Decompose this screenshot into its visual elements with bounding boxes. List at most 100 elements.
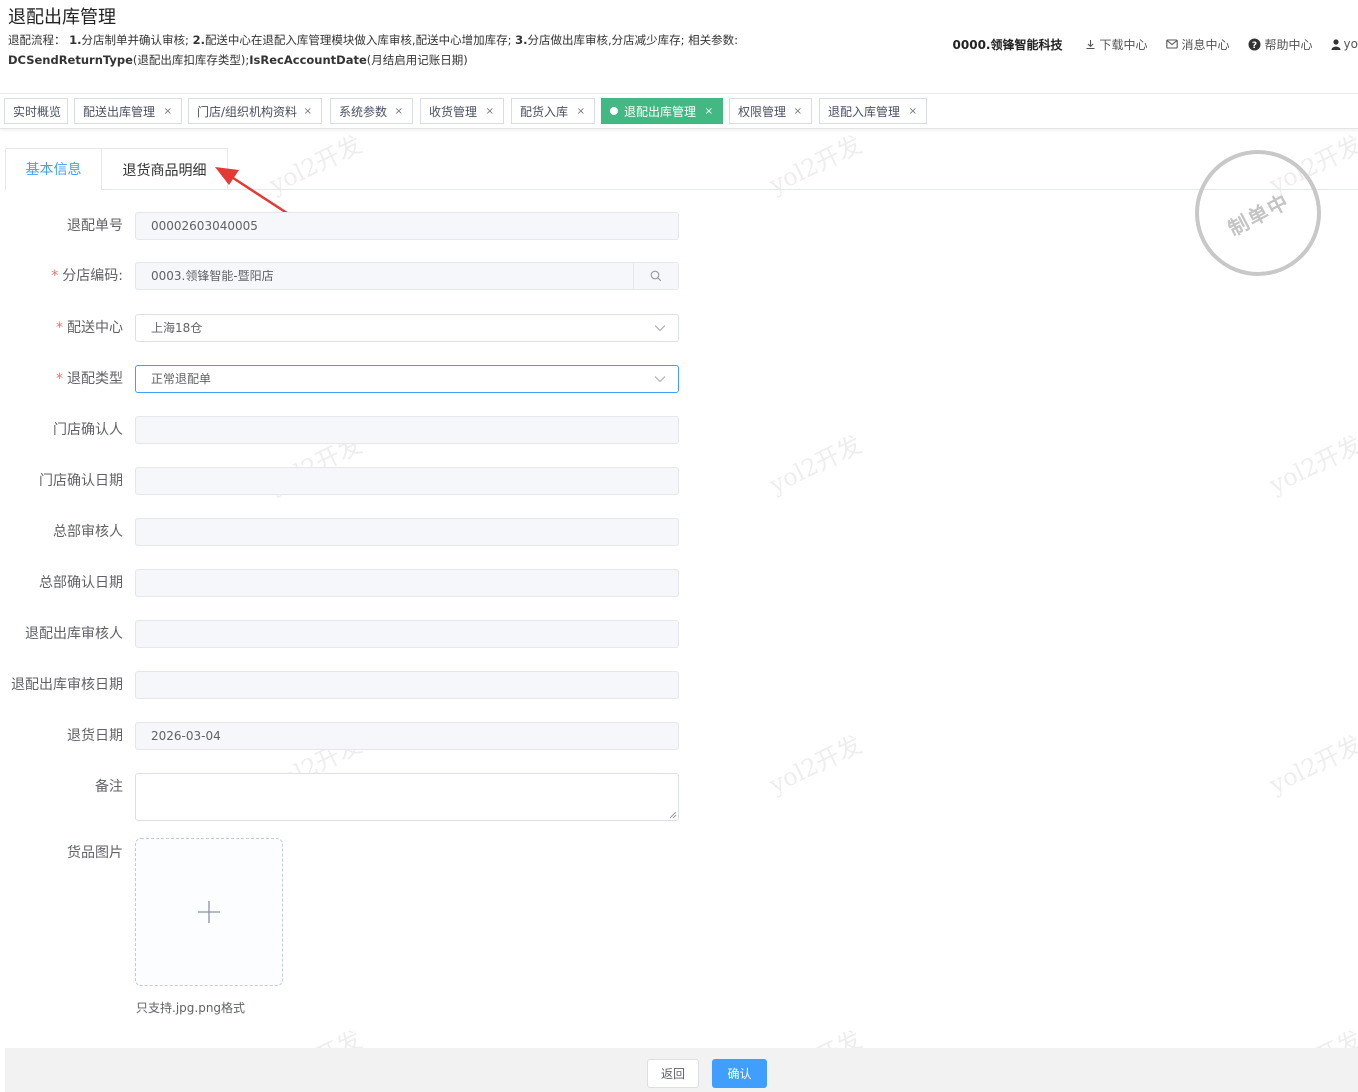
close-icon[interactable]: × (486, 106, 494, 117)
tab-basic-info[interactable]: 基本信息 (5, 148, 102, 190)
tag-label: 配货入库 (520, 104, 569, 119)
help-center-link[interactable]: ? 帮助中心 (1248, 36, 1313, 53)
store-code-value: 0003.领锋智能-暨阳店 (151, 269, 274, 283)
tag-label: 实时概览 (13, 104, 62, 119)
form-row-return-date: 退货日期 2026-03-04 (0, 722, 680, 750)
back-button[interactable]: 返回 (647, 1059, 699, 1088)
hq-auditor-field[interactable] (135, 518, 679, 546)
tag-label: 系统参数 (339, 104, 388, 119)
tag-realtime-overview[interactable]: 实时概览 (4, 98, 68, 124)
remark-label: 备注 (95, 779, 123, 795)
form-row-store-confirmer: 门店确认人 (0, 416, 680, 444)
return-type-select[interactable]: 正常退配单 (135, 365, 679, 393)
tag-receiving[interactable]: 收货管理 × (420, 98, 504, 124)
form-row-out-audit-date: 退配出库审核日期 (0, 671, 680, 699)
form-row-remark: 备注 (0, 773, 680, 821)
store-confirm-date-label: 门店确认日期 (39, 473, 123, 489)
page-root: 退配出库管理 退配流程： 1.分店制单并确认审核; 2.配送中心在退配入库管理模… (0, 0, 1358, 1092)
chevron-down-icon (654, 325, 666, 332)
tag-delivery-out[interactable]: 配送出库管理 × (74, 98, 182, 124)
desc-param-2: IsRecAccountDate (249, 53, 367, 67)
red-arrow-annotation (215, 167, 291, 217)
store-search-button[interactable] (633, 263, 678, 289)
tag-return-out-active[interactable]: 退配出库管理 × (601, 98, 723, 124)
return-date-field[interactable]: 2026-03-04 (135, 722, 679, 750)
close-icon[interactable]: × (705, 106, 713, 117)
return-type-label: * 退配类型 (56, 365, 123, 393)
watermark: yol2开发 (1264, 730, 1358, 800)
out-audit-date-label: 退配出库审核日期 (11, 677, 123, 693)
chevron-down-icon (654, 376, 666, 383)
close-icon[interactable]: × (794, 106, 802, 117)
watermark: yol2开发 (764, 430, 867, 500)
dc-label-text: 配送中心 (67, 320, 123, 336)
tag-return-in[interactable]: 退配入库管理 × (819, 98, 927, 124)
store-code-field[interactable]: 0003.领锋智能-暨阳店 (135, 262, 679, 290)
download-icon (1086, 39, 1094, 49)
resize-handle-icon[interactable] (669, 811, 677, 819)
out-auditor-field[interactable] (135, 620, 679, 648)
confirm-button[interactable]: 确认 (712, 1059, 767, 1088)
message-center-label: 消息中心 (1181, 37, 1230, 52)
dc-select[interactable]: 上海18仓 (135, 314, 679, 342)
watermark: yol2开发 (1264, 430, 1358, 500)
desc-param-1: DCSendReturnType (8, 53, 133, 67)
desc-step-1: 分店制单并确认审核; (81, 33, 193, 47)
tag-label: 权限管理 (738, 104, 787, 119)
order-no-field[interactable]: 00002603040005 (135, 212, 679, 240)
close-icon[interactable]: × (577, 106, 585, 117)
desc-step-1-num: 1. (69, 33, 82, 47)
help-center-label: 帮助中心 (1264, 37, 1313, 52)
order-no-label: 退配单号 (67, 218, 123, 234)
desc-step-2: 配送中心在退配入库管理模块做入库审核,配送中心增加库存; (204, 33, 516, 47)
download-center-link[interactable]: 下载中心 (1085, 36, 1148, 53)
close-icon[interactable]: × (909, 106, 917, 117)
dc-label: * 配送中心 (56, 314, 123, 342)
status-stamp: 制单中 (1195, 150, 1321, 276)
message-center-link[interactable]: 消息中心 (1165, 36, 1230, 53)
store-code-label-text: 分店编码: (62, 268, 123, 284)
hq-confirm-date-label: 总部确认日期 (39, 575, 123, 591)
watermark: yol2开发 (764, 730, 867, 800)
hq-confirm-date-field[interactable] (135, 569, 679, 597)
required-mark: * (56, 371, 63, 387)
remark-textarea[interactable] (135, 773, 679, 821)
tag-label: 退配入库管理 (828, 104, 901, 119)
desc-step-3-num: 3. (515, 33, 528, 47)
close-icon[interactable]: × (164, 106, 172, 117)
user-menu[interactable]: yo (1331, 37, 1358, 51)
desc-param-2-note: (月结启用记账日期) (366, 53, 468, 67)
store-confirm-date-field[interactable] (135, 467, 679, 495)
dc-value: 上海18仓 (151, 321, 203, 335)
form-row-store-confirm-date: 门店确认日期 (0, 467, 680, 495)
tag-permissions[interactable]: 权限管理 × (729, 98, 812, 124)
out-auditor-label: 退配出库审核人 (25, 626, 123, 642)
tag-store-org[interactable]: 门店/组织机构资料 × (188, 98, 322, 124)
tag-distribution-in[interactable]: 配货入库 × (511, 98, 595, 124)
svg-text:?: ? (1251, 41, 1256, 51)
form-row-goods-image: 货品图片 (0, 839, 680, 867)
mail-icon (1165, 39, 1178, 49)
company-name: 0000.领锋智能科技 (952, 37, 1063, 52)
close-icon[interactable]: × (395, 106, 403, 117)
desc-param-1-note: (退配出库扣库存类型); (132, 53, 250, 67)
tag-system-params[interactable]: 系统参数 × (330, 98, 413, 124)
desc-label: 退配流程： (8, 33, 66, 47)
out-audit-date-field[interactable] (135, 671, 679, 699)
form-row-hq-confirm-date: 总部确认日期 (0, 569, 680, 597)
user-name: yo (1343, 37, 1358, 51)
close-icon[interactable]: × (304, 106, 312, 117)
required-mark: * (56, 320, 63, 336)
store-confirmer-field[interactable] (135, 416, 679, 444)
tag-label: 配送出库管理 (83, 104, 156, 119)
user-icon (1331, 38, 1341, 50)
tag-label: 退配出库管理 (624, 104, 697, 119)
plus-icon (198, 901, 220, 923)
hq-auditor-label: 总部审核人 (53, 524, 123, 540)
store-confirmer-label: 门店确认人 (53, 422, 123, 438)
upload-format-hint: 只支持.jpg.png格式 (136, 1001, 246, 1015)
return-type-value: 正常退配单 (151, 372, 212, 386)
image-upload-area[interactable] (135, 838, 283, 986)
help-icon: ? (1248, 38, 1261, 51)
form-row-out-auditor: 退配出库审核人 (0, 620, 680, 648)
